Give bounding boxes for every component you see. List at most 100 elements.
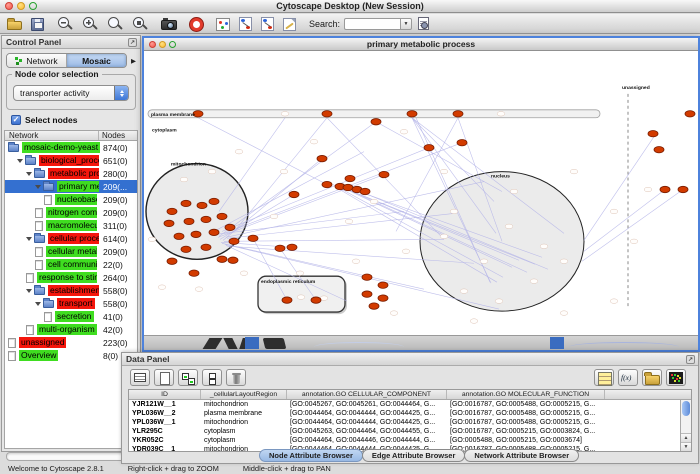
node-label[interactable] [158,285,166,290]
tree-row-multi-organism-pro[interactable]: multi-organism pro42(0) [5,323,137,336]
edge[interactable] [584,190,665,252]
node-label[interactable] [460,289,468,294]
node[interactable] [343,184,353,190]
node[interactable] [378,295,388,301]
node-label[interactable] [470,319,478,324]
maximize-icon[interactable] [169,41,176,48]
search-options-icon[interactable] [418,17,429,30]
node-label[interactable] [296,271,304,276]
node[interactable] [345,175,355,181]
table-icon[interactable] [130,369,150,386]
node-label[interactable] [560,311,568,316]
node[interactable] [209,198,219,204]
annotation-icon[interactable] [283,18,296,31]
search-input[interactable] [344,18,400,30]
save-icon[interactable] [31,18,44,31]
import-network-icon[interactable] [239,17,252,31]
node[interactable] [209,229,219,235]
tree-header-network[interactable]: Network [5,131,99,140]
column-header[interactable]: _cellularLayoutRegion [201,390,287,399]
tree-row-unassigned[interactable]: unassigned223(0) [5,336,137,349]
node[interactable] [457,139,467,145]
node[interactable] [184,218,194,224]
node-label[interactable] [280,169,288,174]
node-color-dropdown[interactable]: transporter activity [13,85,129,101]
node-label[interactable] [630,239,638,244]
node-label[interactable] [540,244,548,249]
tab-network-attribute-browser[interactable]: Network Attribute Browser [464,449,579,462]
tree-row-nitrogen-compo[interactable]: nitrogen compo209(0) [5,206,137,219]
node[interactable] [369,303,379,309]
vizmapper-icon[interactable] [216,18,230,31]
node[interactable] [225,224,235,230]
scroll-up-icon[interactable]: ▲ [681,433,691,442]
search-dropdown-icon[interactable]: ▼ [400,18,412,30]
edge[interactable] [376,122,502,192]
node-label[interactable] [510,189,518,194]
edge[interactable] [584,134,656,241]
attribute-list-icon[interactable] [594,369,614,386]
node-label[interactable] [480,259,488,264]
node[interactable] [164,220,174,226]
node-label[interactable] [195,287,203,292]
node[interactable] [287,244,297,250]
expand-triangle-icon[interactable] [26,237,32,241]
matrix-icon[interactable] [666,369,686,386]
node-label[interactable] [530,279,538,284]
table-row[interactable]: YJR121W__1mitochondrion[GO:0045267, GO:0… [129,400,691,409]
network-canvas[interactable]: plasma membranecytoplasmmitochondrionnuc… [144,52,698,335]
scrollbar-thumb[interactable] [682,401,690,416]
node[interactable] [181,246,191,252]
node-label[interactable] [352,259,360,264]
node[interactable] [282,297,292,303]
zoom-out-icon[interactable] [57,16,73,31]
node-label[interactable] [235,149,243,154]
node[interactable] [648,131,658,137]
node[interactable] [275,245,285,251]
node[interactable] [191,231,201,237]
node-label[interactable] [370,199,378,204]
tree-row-cell-communicat[interactable]: cell communicat22(0) [5,258,137,271]
unselect-attributes-icon[interactable] [202,369,222,386]
node[interactable] [660,186,670,192]
node-label[interactable] [440,234,448,239]
tree-row-secretion[interactable]: secretion41(0) [5,310,137,323]
edge[interactable] [582,190,683,262]
column-header[interactable]: annotation.GO CELLULAR_COMPONENT [287,390,447,399]
tree-row-transport[interactable]: transport558(0) [5,297,137,310]
node-label[interactable] [310,139,318,144]
node-label[interactable] [390,311,398,316]
tree-header-nodes[interactable]: Nodes [99,131,137,141]
select-attributes-icon[interactable] [178,369,198,386]
zoom-selected-icon[interactable] [107,16,123,31]
plasma-membrane-region[interactable] [148,110,600,118]
delete-attribute-icon[interactable] [226,369,246,386]
tree-row-response-to-stimulu[interactable]: response to stimulu264(0) [5,271,137,284]
node[interactable] [217,256,227,262]
node[interactable] [379,171,389,177]
node[interactable] [685,111,695,117]
column-header[interactable]: annotation.GO MOLECULAR_FUNCTION [447,390,605,399]
node-label[interactable] [270,214,278,219]
expand-triangle-icon[interactable] [35,185,41,189]
node[interactable] [217,213,227,219]
column-header[interactable]: ID [129,390,201,399]
node-label[interactable] [402,249,410,254]
network-graph[interactable]: plasma membranecytoplasmmitochondrionnuc… [144,52,698,335]
node-label[interactable] [505,224,513,229]
node[interactable] [167,258,177,264]
node[interactable] [453,111,463,117]
new-attribute-icon[interactable] [154,369,174,386]
zoom-in-icon[interactable] [82,16,98,31]
tree-row-cellular-process[interactable]: cellular process614(0) [5,232,137,245]
minimize-icon[interactable] [159,41,166,48]
node-label[interactable] [450,209,458,214]
tree-row-cellular-metabo[interactable]: cellular metabo209(0) [5,245,137,258]
zoom-fit-icon[interactable] [132,16,148,31]
node-label[interactable] [240,271,248,276]
node[interactable] [229,238,239,244]
network-window-titlebar[interactable]: primary metabolic process [144,38,698,51]
close-icon[interactable] [149,41,156,48]
node[interactable] [167,208,177,214]
table-row[interactable]: YPL036W__2plasma membrane[GO:0044464, GO… [129,409,691,418]
